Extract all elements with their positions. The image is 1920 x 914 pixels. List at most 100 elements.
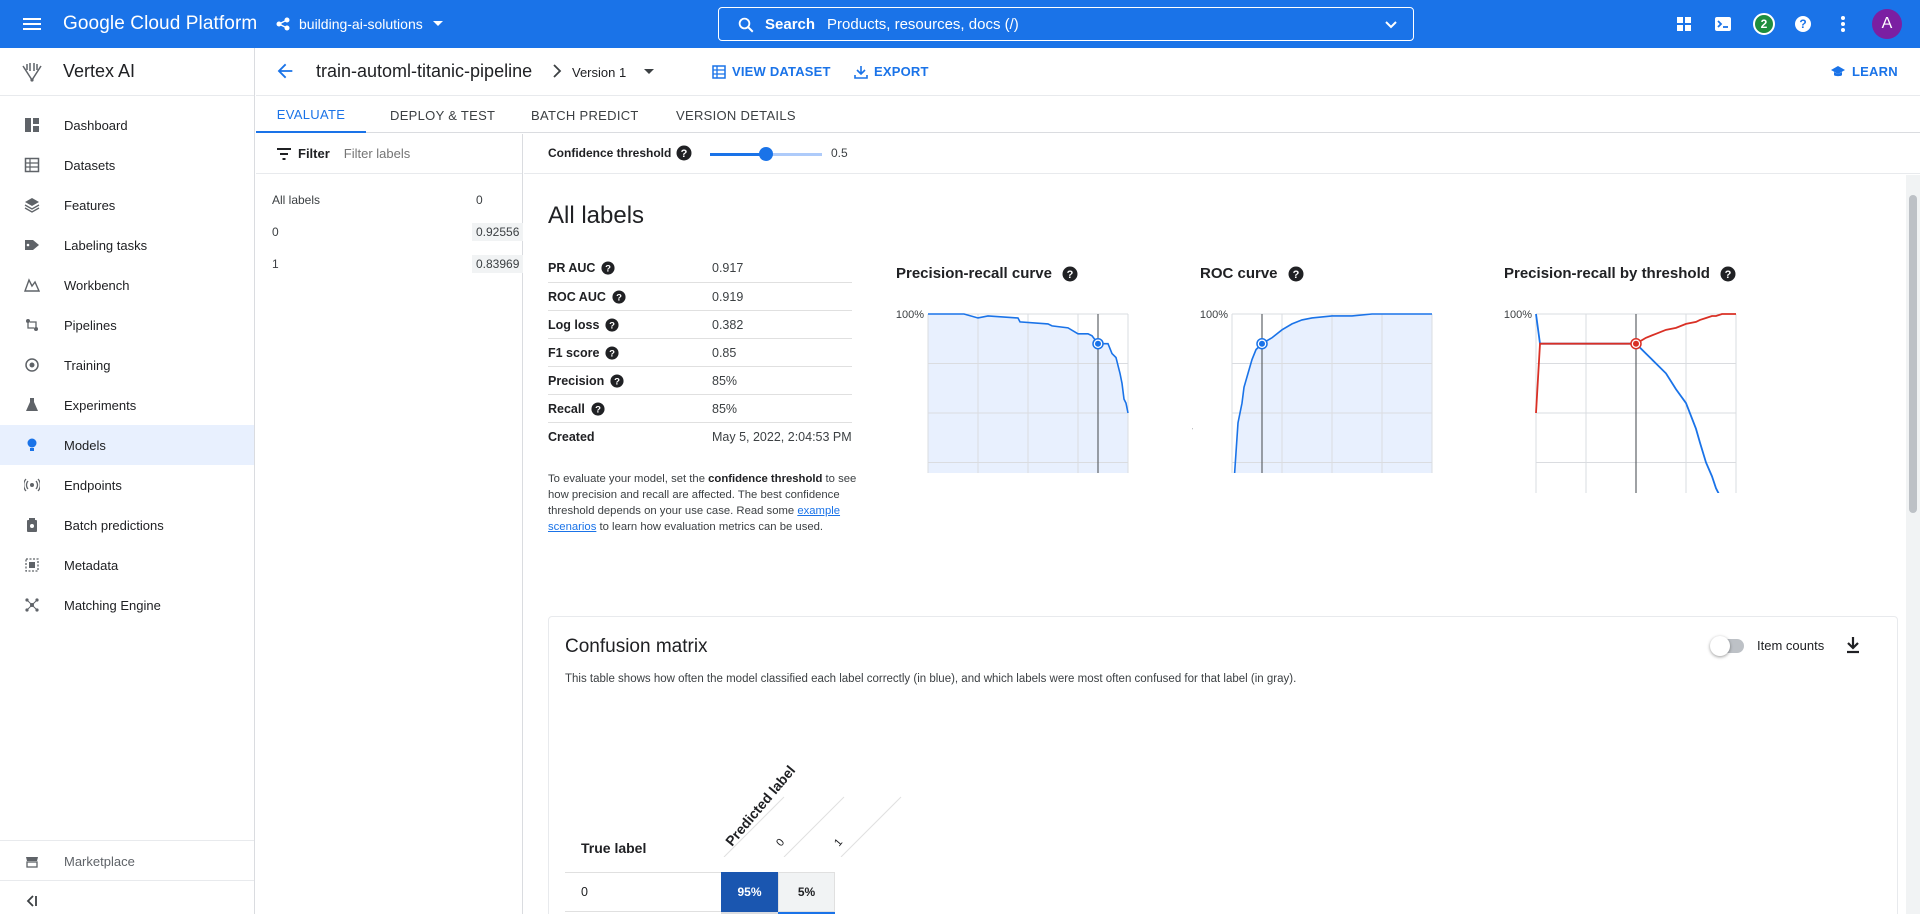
metric-row: ROC AUC? 0.919 (548, 282, 852, 310)
evaluation-explanation: To evaluate your model, set the confiden… (548, 471, 868, 535)
sidebar-item-matching-engine[interactable]: Matching Engine (0, 585, 254, 625)
top-app-bar: Google Cloud Platform building-ai-soluti… (0, 0, 1920, 48)
models-icon (27, 438, 37, 451)
search-bar[interactable]: Search Products, resources, docs (/) (718, 7, 1414, 41)
help-icon[interactable]: ? (612, 289, 626, 304)
marker-point-core (1259, 340, 1265, 347)
metric-name: Log loss? (548, 318, 619, 332)
more-vert-icon[interactable] (1831, 12, 1855, 36)
confidence-threshold-bar: Confidence threshold ? 0.5 (524, 134, 1920, 174)
sidebar-item-workbench[interactable]: Workbench (0, 265, 254, 305)
metric-name-text: Log loss (548, 317, 600, 332)
metric-value: 85% (712, 373, 738, 388)
tab-version-details[interactable]: VERSION DETAILS (676, 97, 796, 133)
predicted-column-1: 1 (832, 837, 845, 849)
filter-icon[interactable] (276, 147, 292, 161)
section-title: All labels (548, 202, 645, 229)
export-button[interactable]: EXPORT (854, 64, 929, 79)
brand-name[interactable]: Google Cloud Platform (63, 13, 257, 35)
sidebar-item-metadata[interactable]: Metadata (0, 545, 254, 585)
tab-deploy-test[interactable]: DEPLOY & TEST (390, 97, 495, 133)
main-menu-icon[interactable] (20, 12, 44, 36)
svg-text:?: ? (681, 148, 688, 160)
sidebar-item-dashboard[interactable]: Dashboard (0, 105, 254, 145)
confidence-slider-thumb[interactable] (759, 147, 773, 161)
chart-title-text: Precision-recall curve (896, 265, 1052, 282)
tab-evaluate[interactable]: EVALUATE (256, 97, 366, 133)
label-row-all[interactable]: All labels 0 (272, 190, 512, 210)
help-icon[interactable]: ? (591, 401, 605, 416)
sidebar-item-batch-predictions[interactable]: Batch predictions (0, 505, 254, 545)
explain-text: to learn how evaluation metrics can be u… (596, 521, 824, 533)
label-value: 0 (472, 191, 487, 209)
gift-icon[interactable] (1672, 12, 1696, 36)
chart-title-text: Precision-recall by threshold (1504, 265, 1710, 282)
help-icon[interactable]: ? (676, 145, 692, 161)
scrollbar-thumb[interactable] (1909, 195, 1917, 513)
labeling-tasks-icon (25, 240, 39, 250)
sidebar-item-labeling-tasks[interactable]: Labeling tasks (0, 225, 254, 265)
sidebar-item-label: Metadata (64, 557, 119, 573)
sidebar-item-training[interactable]: Training (0, 345, 254, 385)
download-icon[interactable] (1845, 636, 1861, 654)
help-icon[interactable]: ? (601, 261, 616, 275)
pipelines-icon (26, 319, 38, 331)
sidebar-item-pipelines[interactable]: Pipelines (0, 305, 254, 345)
item-counts-toggle[interactable] (1710, 636, 1744, 656)
account-avatar[interactable]: A (1872, 9, 1902, 39)
sidebar-item-endpoints[interactable]: Endpoints (0, 465, 254, 505)
confusion-cell-correct[interactable]: 95% (721, 872, 778, 912)
table-icon (712, 64, 726, 79)
search-input[interactable]: Products, resources, docs (/) (827, 16, 1019, 33)
sidebar-item-label: Dashboard (64, 117, 128, 133)
back-arrow-icon[interactable] (274, 60, 296, 82)
metric-value: May 5, 2022, 2:04:53 PM (712, 429, 852, 444)
help-icon[interactable]: ? (1288, 266, 1304, 282)
item-counts-label: Item counts (1757, 638, 1825, 653)
y-axis-label: True positive rate (1192, 371, 1193, 456)
metric-row: Created May 5, 2022, 2:04:53 PM (548, 422, 852, 450)
dashboard-icon (25, 118, 39, 132)
metric-name: Precision? (548, 374, 624, 388)
sidebar-item-features[interactable]: Features (0, 185, 254, 225)
cloud-shell-icon[interactable] (1711, 12, 1735, 36)
help-icon[interactable]: ? (1062, 266, 1078, 282)
svg-text:?: ? (595, 404, 601, 415)
sidebar-item-label: Models (64, 437, 106, 453)
label-row-1[interactable]: 1 0.83969 (272, 254, 524, 274)
vertex-ai-logo-icon (22, 62, 42, 82)
sidebar-item-models[interactable]: Models (0, 425, 254, 465)
sidebar-item-experiments[interactable]: Experiments (0, 385, 254, 425)
project-selector[interactable]: building-ai-solutions (275, 11, 445, 37)
notifications-badge[interactable]: 2 (1752, 12, 1776, 36)
metric-row: PR AUC? 0.917 (548, 254, 852, 282)
roc-chart: 0%100%100%0%False positive rateTrue posi… (1192, 309, 1433, 473)
collapse-left-icon (26, 895, 37, 907)
true-label-heading: True label (581, 840, 647, 856)
filter-labels-input[interactable] (343, 146, 494, 161)
collapse-nav-button[interactable] (0, 880, 254, 914)
help-icon[interactable]: ? (1791, 12, 1815, 36)
search-expand-icon[interactable] (1383, 17, 1399, 33)
metric-row: Precision? 85% (548, 366, 852, 394)
version-selector[interactable]: Version 1 (572, 65, 626, 80)
help-icon[interactable]: ? (605, 345, 619, 360)
svg-text:?: ? (606, 264, 612, 275)
label-row-0[interactable]: 0 0.92556 (272, 222, 524, 242)
confusion-cell-confused[interactable]: 5% (778, 872, 835, 912)
confusion-matrix-description: This table shows how often the model cla… (565, 673, 1297, 685)
sidebar-item-marketplace[interactable]: Marketplace (0, 841, 254, 881)
sidebar-item-label: Labeling tasks (64, 237, 148, 253)
marker-point-core (1095, 340, 1101, 347)
matching-engine-icon (25, 598, 39, 612)
help-icon[interactable]: ? (605, 317, 619, 332)
tab-batch-predict[interactable]: BATCH PREDICT (531, 97, 639, 133)
chevron-down-icon[interactable] (640, 62, 658, 80)
sidebar-item-datasets[interactable]: Datasets (0, 145, 254, 185)
help-icon[interactable]: ? (610, 373, 624, 388)
scrollbar[interactable] (1906, 175, 1920, 914)
view-dataset-button[interactable]: VIEW DATASET (712, 64, 831, 79)
pr-threshold-title: Precision-recall by threshold ? (1504, 265, 1736, 282)
learn-button[interactable]: LEARN (1830, 64, 1898, 79)
help-icon[interactable]: ? (1720, 266, 1736, 282)
